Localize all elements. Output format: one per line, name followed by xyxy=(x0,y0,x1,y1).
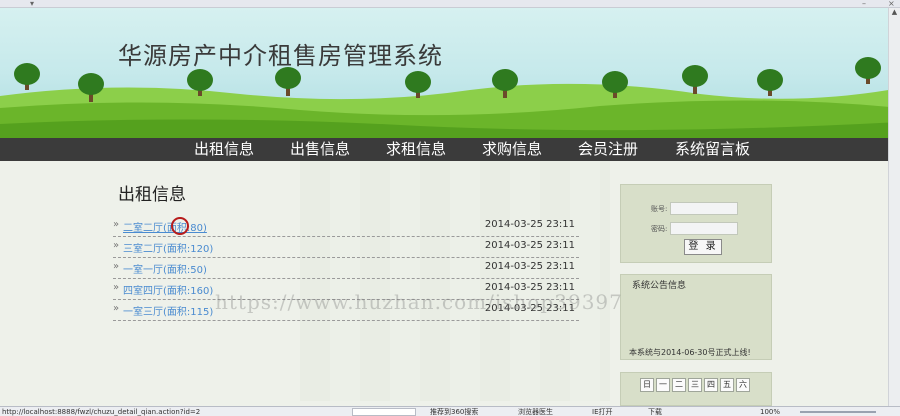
vertical-scrollbar[interactable]: ▲ xyxy=(888,8,900,406)
calendar-weekday: 日 xyxy=(640,378,654,392)
section-title: 出租信息 xyxy=(118,185,186,205)
status-download[interactable]: 下载 xyxy=(648,407,662,416)
account-input[interactable] xyxy=(670,202,738,215)
close-icon[interactable]: × xyxy=(888,0,895,8)
menu-caret-icon[interactable]: ▾ xyxy=(30,0,34,8)
notice-title: 系统公告信息 xyxy=(632,281,687,291)
listing-row: » 一室一厅(面积:50) 2014-03-25 23:11 xyxy=(113,258,579,279)
landscape-illustration xyxy=(0,57,900,138)
status-zoom[interactable]: 100% xyxy=(760,407,780,416)
listing-link[interactable]: 一室三厅(面积:115) xyxy=(123,303,213,318)
site-banner: 华源房产中介租售房管理系统 xyxy=(0,8,900,138)
browser-top-chrome: ▾ – × xyxy=(0,0,900,8)
calendar-weekday: 三 xyxy=(688,378,702,392)
listing-link[interactable]: 二室二厅(面积:80) xyxy=(123,219,207,234)
listing-link[interactable]: 一室一厅(面积:50) xyxy=(123,261,207,276)
status-recommend[interactable]: 推荐到360搜索 xyxy=(430,407,478,416)
listing-row: » 三室二厅(面积:120) 2014-03-25 23:11 xyxy=(113,237,579,258)
listing-date: 2014-03-25 23:11 xyxy=(484,219,575,230)
password-input[interactable] xyxy=(670,222,738,235)
listing-date: 2014-03-25 23:11 xyxy=(484,261,575,272)
calendar-weekday: 五 xyxy=(720,378,734,392)
scroll-up-arrow-icon[interactable]: ▲ xyxy=(889,8,900,18)
minimize-icon[interactable]: – xyxy=(862,0,866,8)
calendar-weekday: 六 xyxy=(736,378,750,392)
list-arrow-icon: » xyxy=(113,240,120,251)
calendar-weekday: 一 xyxy=(656,378,670,392)
password-label: 密码: xyxy=(651,225,668,233)
notice-text: 本系统与2014-06-30号正式上线! xyxy=(629,348,751,357)
nav-seek-buy[interactable]: 求购信息 xyxy=(482,138,542,161)
status-search-box[interactable] xyxy=(352,408,416,416)
nav-message-board[interactable]: 系统留言板 xyxy=(675,138,750,161)
watermark-text: https://www.huzhan.com/ishop39397 xyxy=(215,290,623,314)
status-ie-open[interactable]: IE打开 xyxy=(592,407,613,416)
list-arrow-icon: » xyxy=(113,219,120,230)
calendar-weekday: 二 xyxy=(672,378,686,392)
listing-date: 2014-03-25 23:11 xyxy=(484,240,575,251)
nav-rent-info[interactable]: 出租信息 xyxy=(194,138,254,161)
nav-seek-rent[interactable]: 求租信息 xyxy=(386,138,446,161)
list-arrow-icon: » xyxy=(113,303,120,314)
account-label: 账号: xyxy=(651,205,668,213)
browser-status-bar: http://localhost:8888/fwzl/chuzu_detail_… xyxy=(0,406,900,416)
calendar-weekday: 四 xyxy=(704,378,718,392)
nav-register[interactable]: 会员注册 xyxy=(578,138,638,161)
listing-link[interactable]: 三室二厅(面积:120) xyxy=(123,240,213,255)
zoom-slider[interactable] xyxy=(800,411,876,413)
status-url: http://localhost:8888/fwzl/chuzu_detail_… xyxy=(2,408,201,416)
main-nav: 出租信息 出售信息 求租信息 求购信息 会员注册 系统留言板 xyxy=(0,138,888,161)
cursor-highlight-circle xyxy=(171,217,189,235)
nav-sale-info[interactable]: 出售信息 xyxy=(290,138,350,161)
login-button[interactable]: 登 录 xyxy=(684,239,722,255)
list-arrow-icon: » xyxy=(113,282,120,293)
site-title: 华源房产中介租售房管理系统 xyxy=(118,42,443,70)
status-browser-doctor[interactable]: 浏览器医生 xyxy=(518,407,553,416)
list-arrow-icon: » xyxy=(113,261,120,272)
listing-link[interactable]: 四室四厅(面积:160) xyxy=(123,282,213,297)
